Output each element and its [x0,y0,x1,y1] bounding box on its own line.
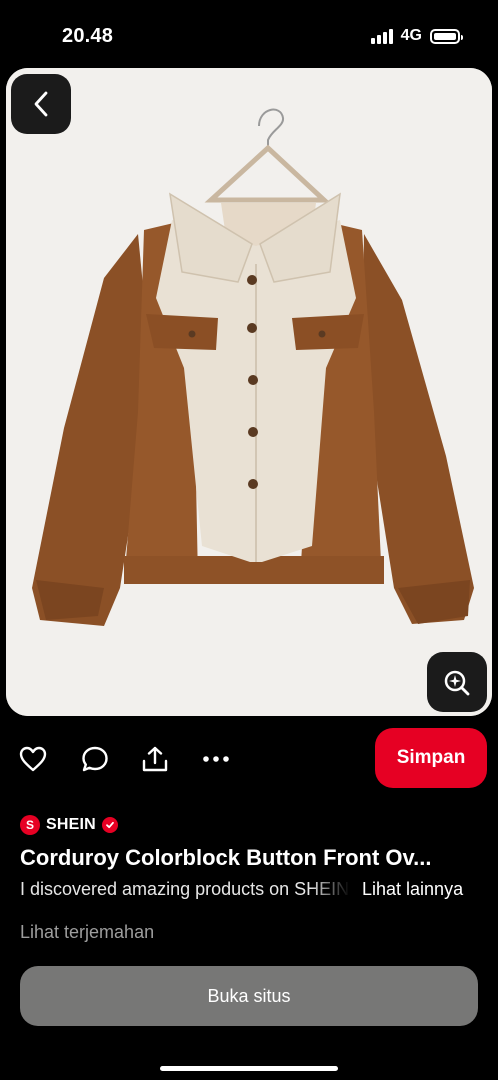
status-indicators: 4G [370,27,463,45]
chevron-left-icon [34,91,48,117]
see-more-link[interactable]: Lihat lainnya [362,879,463,900]
brand-name[interactable]: SHEIN [46,816,96,834]
visit-site-button[interactable]: Buka situs [20,966,478,1026]
signal-icon [370,28,393,44]
lens-search-icon [444,670,470,696]
verified-badge-icon [101,817,118,833]
network-type: 4G [400,27,422,44]
heart-icon[interactable] [18,744,48,774]
home-indicator[interactable] [160,1066,338,1071]
pin-image-card[interactable] [6,68,492,716]
visual-search-button[interactable] [427,652,487,712]
comment-icon[interactable] [80,744,110,774]
product-image [6,68,492,716]
pin-description-row: I discovered amazing products on SHEIN.c… [20,877,482,901]
translate-link[interactable]: Lihat terjemahan [20,922,154,943]
more-icon[interactable] [201,744,231,774]
save-button[interactable]: Simpan [375,728,487,788]
share-icon[interactable] [140,744,170,774]
pin-title: Corduroy Colorblock Button Front Ov... [20,845,432,870]
status-bar: 20.48 4G [0,0,498,70]
brand-row[interactable]: S SHEIN [20,815,118,835]
battery-icon [430,28,463,44]
pin-description: I discovered amazing products on SHEIN.c… [20,878,350,899]
brand-logo: S [20,815,40,835]
status-time: 20.48 [62,25,114,47]
back-button[interactable] [11,74,71,134]
